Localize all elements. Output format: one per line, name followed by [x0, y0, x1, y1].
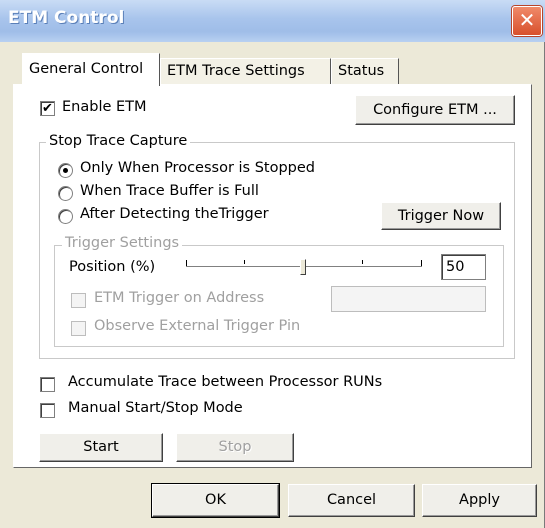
tab-etm-trace-settings[interactable]: ETM Trace Settings	[160, 58, 331, 84]
tab-label: Status	[338, 63, 385, 79]
radio-label: After Detecting theTrigger	[80, 206, 269, 222]
configure-etm-button[interactable]: Configure ETM ...	[355, 95, 515, 125]
position-label: Position (%)	[69, 259, 156, 275]
radio-label: Only When Processor is Stopped	[80, 160, 316, 176]
slider-tick	[362, 260, 363, 264]
trigger-settings-legend: Trigger Settings	[62, 235, 183, 251]
window-title: ETM Control	[8, 8, 125, 28]
stop-trace-legend: Stop Trace Capture	[46, 133, 191, 149]
apply-button[interactable]: Apply	[422, 484, 537, 517]
title-bar[interactable]: ETM Control ✕	[0, 0, 545, 42]
etm-control-dialog: ETM Control ✕ General Control ETM Trace …	[0, 0, 545, 528]
position-input[interactable]: 50	[441, 254, 486, 280]
close-icon[interactable]: ✕	[512, 6, 542, 36]
observe-external-trigger-checkbox	[71, 321, 86, 336]
tab-status[interactable]: Status	[331, 58, 399, 84]
radio-after-trigger[interactable]	[58, 209, 73, 224]
trigger-now-button[interactable]: Trigger Now	[381, 202, 501, 230]
ok-button[interactable]: OK	[152, 484, 279, 517]
radio-label: When Trace Buffer is Full	[80, 183, 259, 199]
etm-trigger-on-address-label: ETM Trigger on Address	[94, 290, 265, 306]
manual-start-stop-checkbox[interactable]	[40, 403, 55, 418]
tab-label: ETM Trace Settings	[167, 63, 305, 79]
tab-panel: ✔ Enable ETM Configure ETM ... Stop Trac…	[13, 84, 532, 468]
etm-trigger-on-address-checkbox	[71, 293, 86, 308]
radio-buffer-full[interactable]	[58, 186, 73, 201]
trigger-address-input	[331, 286, 486, 312]
tab-general-control[interactable]: General Control	[22, 53, 160, 86]
tab-label: General Control	[29, 61, 144, 77]
accumulate-trace-checkbox[interactable]	[40, 377, 55, 392]
cancel-button[interactable]: Cancel	[288, 484, 415, 517]
enable-etm-label: Enable ETM	[62, 99, 147, 115]
accumulate-trace-label: Accumulate Trace between Processor RUNs	[68, 374, 383, 390]
radio-only-when-stopped[interactable]	[58, 163, 73, 178]
observe-external-trigger-label: Observe External Trigger Pin	[94, 318, 301, 334]
start-button[interactable]: Start	[39, 433, 163, 462]
enable-etm-checkbox[interactable]: ✔	[40, 101, 55, 116]
manual-start-stop-label: Manual Start/Stop Mode	[68, 400, 243, 416]
position-slider[interactable]	[186, 257, 422, 277]
slider-tick	[244, 260, 245, 264]
stop-button: Stop	[176, 433, 294, 462]
slider-thumb[interactable]	[300, 259, 306, 275]
